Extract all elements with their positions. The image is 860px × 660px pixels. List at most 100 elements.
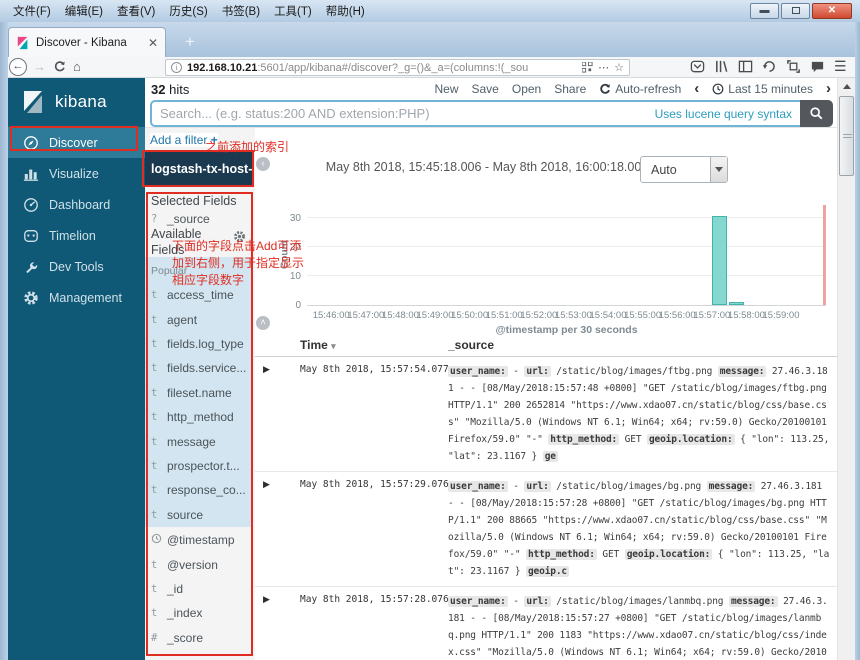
forward-button[interactable]: → xyxy=(33,59,46,74)
site-info-icon[interactable]: i xyxy=(171,62,182,73)
home-button[interactable]: ⌂ xyxy=(73,59,81,74)
field-name: message xyxy=(167,434,216,449)
field-item[interactable]: @timestamp xyxy=(145,528,252,552)
available-fields-heading: Available Fields xyxy=(151,227,202,257)
sidebar-item-management[interactable]: Management xyxy=(8,282,145,313)
field-item[interactable]: t _id xyxy=(145,577,252,601)
sidebar-item-dev-tools[interactable]: Dev Tools xyxy=(8,251,145,282)
maximize-button[interactable] xyxy=(781,3,810,19)
field-settings-button[interactable] xyxy=(233,230,246,248)
back-button[interactable]: ← xyxy=(9,58,27,76)
menu-item[interactable]: 编辑(E) xyxy=(62,3,106,19)
field-item[interactable]: t access_time xyxy=(145,283,252,307)
sidebar-item-dashboard[interactable]: Dashboard xyxy=(8,189,145,220)
table-rows: ▶ May 8th 2018, 15:57:54.077 user_name: - … xyxy=(255,357,837,660)
documents-table: Time ▾ _source ▶ May 8th 2018, 15:57:54.0… xyxy=(255,335,837,660)
field-item[interactable]: t source xyxy=(145,503,252,527)
field-item[interactable]: t prospector.t... xyxy=(145,454,252,478)
x-tick-label: 15:56:00 xyxy=(658,310,696,321)
histogram-bar[interactable] xyxy=(729,302,745,305)
menu-item[interactable]: 工具(T) xyxy=(271,3,315,19)
sidebar-item-discover[interactable]: Discover xyxy=(8,127,145,158)
auto-refresh-label: Auto-refresh xyxy=(615,82,682,96)
sort-caret-icon: ▾ xyxy=(331,341,336,351)
qr-code-icon[interactable] xyxy=(582,62,593,73)
collapse-sidebar-button[interactable]: ‹ xyxy=(256,157,270,171)
field-item[interactable]: t fileset.name xyxy=(145,381,252,405)
window-titlebar: 文件(F) 编辑(E) 查看(V) 历史(S) 书签(B) 工具(T) 帮助(H) ▬ ✕ xyxy=(0,0,860,22)
add-filter-link[interactable]: Add a filter + xyxy=(150,133,218,147)
field-item[interactable]: # _score xyxy=(145,626,252,650)
table-row[interactable]: ▶ May 8th 2018, 15:57:28.076 user_name: - … xyxy=(255,587,837,660)
scrollbar-thumb[interactable] xyxy=(839,96,854,176)
fields-list: @timestamp t @version t _id t _index # _score xyxy=(145,528,252,650)
gridline xyxy=(307,275,826,277)
lucene-syntax-link[interactable]: Uses lucene query syntax xyxy=(655,107,792,121)
x-tick-label: 15:59:00 xyxy=(762,310,800,321)
expand-caret-icon[interactable]: ▶ xyxy=(263,594,270,605)
pocket-icon[interactable] xyxy=(690,59,705,74)
field-item[interactable]: t fields.log_type xyxy=(145,332,252,356)
time-picker-button[interactable]: Last 15 minutes xyxy=(712,82,813,96)
menu-item[interactable]: 书签(B) xyxy=(219,3,263,19)
field-item[interactable]: t message xyxy=(145,429,252,453)
save-button[interactable]: Save xyxy=(472,82,499,96)
field-name: http_method xyxy=(167,410,234,425)
kibana-logo[interactable]: kibana xyxy=(8,78,145,127)
menu-item[interactable]: 历史(S) xyxy=(166,3,210,19)
time-back-chevron[interactable]: ‹ xyxy=(694,81,699,96)
field-item[interactable]: t _index xyxy=(145,601,252,625)
column-header-source[interactable]: _source xyxy=(448,338,494,352)
auto-refresh-button[interactable]: Auto-refresh xyxy=(599,82,681,96)
undo-icon[interactable] xyxy=(762,59,777,74)
column-header-time[interactable]: Time ▾ xyxy=(300,338,336,352)
table-row[interactable]: ▶ May 8th 2018, 15:57:54.077 user_name: - … xyxy=(255,357,837,472)
chat-bubble-icon[interactable] xyxy=(810,59,825,74)
interval-select[interactable]: Auto xyxy=(640,156,728,183)
table-row[interactable]: ▶ May 8th 2018, 15:57:29.076 user_name: - … xyxy=(255,472,837,587)
sidebar-item-label: Management xyxy=(49,290,122,305)
histogram-bar[interactable] xyxy=(711,215,728,305)
bookmark-star-icon[interactable]: ☆ xyxy=(614,61,624,74)
field-item[interactable]: t response_co... xyxy=(145,478,252,502)
sidebar-item-timelion[interactable]: Timelion xyxy=(8,220,145,251)
expand-caret-icon[interactable]: ▶ xyxy=(263,364,270,375)
scrollbar-up-arrow[interactable] xyxy=(838,78,856,94)
field-item-source[interactable]: ? _source xyxy=(151,212,210,226)
field-item[interactable]: t fields.service... xyxy=(145,356,252,380)
menu-item[interactable]: 查看(V) xyxy=(114,3,158,19)
menu-item[interactable]: 帮助(H) xyxy=(323,3,368,19)
url-bar[interactable]: i 192.168.10.21:5601/app/kibana#/discove… xyxy=(165,59,630,76)
field-item[interactable]: t agent xyxy=(145,307,252,331)
tab-close-icon[interactable]: ✕ xyxy=(148,36,158,50)
screenshot-icon[interactable] xyxy=(786,59,801,74)
reload-button[interactable] xyxy=(53,60,66,78)
new-button[interactable]: New xyxy=(434,82,458,96)
menu-item[interactable]: 文件(F) xyxy=(10,3,54,19)
field-type-icon: t xyxy=(151,508,158,521)
menu-hamburger-icon[interactable]: ☰ xyxy=(834,59,847,74)
field-type-icon: t xyxy=(151,411,158,424)
field-item[interactable]: t http_method xyxy=(145,405,252,429)
page-scrollbar[interactable] xyxy=(837,78,855,660)
new-tab-button[interactable]: + xyxy=(176,31,204,55)
time-forward-chevron[interactable]: › xyxy=(826,81,831,96)
search-button[interactable] xyxy=(800,100,833,127)
open-button[interactable]: Open xyxy=(512,82,541,96)
hits-number: 32 xyxy=(151,82,166,97)
field-name: prospector.t... xyxy=(167,458,240,473)
share-button[interactable]: Share xyxy=(554,82,586,96)
collapse-chart-button[interactable]: ˄ xyxy=(256,316,270,330)
browser-tab[interactable]: Discover - Kibana ✕ xyxy=(8,27,166,57)
expand-caret-icon[interactable]: ▶ xyxy=(263,479,270,490)
close-button[interactable]: ✕ xyxy=(812,3,852,19)
sidebars-icon[interactable] xyxy=(738,59,753,74)
sidebar-item-visualize[interactable]: Visualize xyxy=(8,158,145,189)
page-actions-icon[interactable]: ⋯ xyxy=(598,61,609,74)
minimize-button[interactable]: ▬ xyxy=(750,3,779,19)
field-item[interactable]: t @version xyxy=(145,552,252,576)
cell-time: May 8th 2018, 15:57:29.076 xyxy=(300,479,449,490)
library-icon[interactable] xyxy=(714,59,729,74)
index-pattern-selector[interactable]: logstash-tx-host-... xyxy=(145,152,252,185)
field-type-icon: t xyxy=(151,435,158,448)
